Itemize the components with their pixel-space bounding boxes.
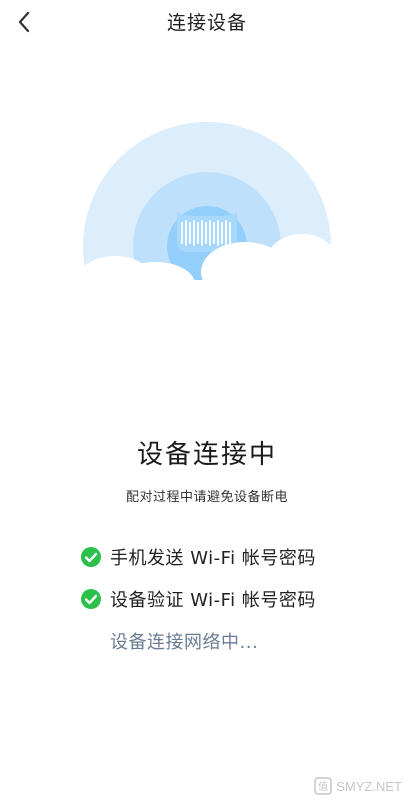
step-label: 手机发送 Wi-Fi 帐号密码 xyxy=(110,548,316,569)
watermark-logo-icon: 值 xyxy=(314,777,333,795)
connection-steps: 手机发送 Wi-Fi 帐号密码 设备验证 Wi-Fi 帐号密码 设备连接网络中.… xyxy=(80,536,380,662)
connection-status-hint: 配对过程中请避免设备断电 xyxy=(125,490,288,505)
step-label: 设备连接网络中... xyxy=(110,632,259,653)
step-verify-wifi: 设备验证 Wi-Fi 帐号密码 xyxy=(80,578,380,620)
step-label: 设备验证 Wi-Fi 帐号密码 xyxy=(110,590,316,611)
connection-status-title: 设备连接中 xyxy=(136,440,277,470)
page-title: 连接设备 xyxy=(166,12,247,34)
step-connect-network: 设备连接网络中... xyxy=(80,620,380,662)
step-send-wifi: 手机发送 Wi-Fi 帐号密码 xyxy=(80,536,380,578)
svg-text:值: 值 xyxy=(318,780,328,793)
check-circle-icon xyxy=(81,589,101,609)
connecting-illustration xyxy=(70,112,344,370)
watermark: 值 SMYZ.NET xyxy=(314,777,402,795)
navigation-bar: 连接设备 xyxy=(0,0,414,44)
watermark-text: SMYZ.NET xyxy=(336,778,402,794)
check-circle-icon xyxy=(81,547,101,567)
